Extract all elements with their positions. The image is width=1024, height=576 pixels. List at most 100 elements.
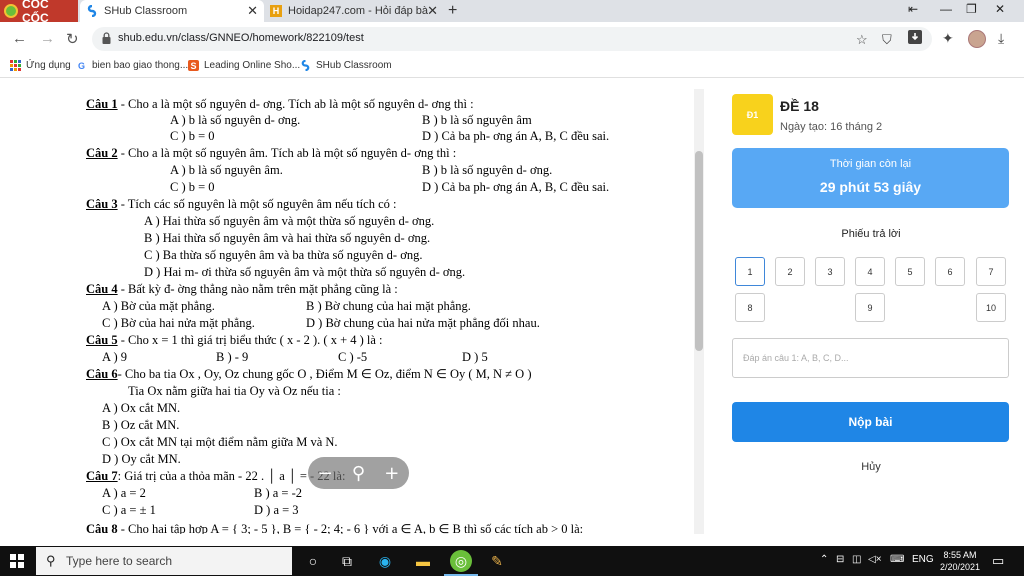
profile-avatar[interactable]: [968, 30, 986, 48]
question-3-option-d: D ) Hai m- ơi thừa số nguyên âm và một t…: [144, 265, 466, 279]
close-tab-icon[interactable]: ✕: [247, 4, 258, 17]
tab-shub-classroom[interactable]: SHub Classroom ✕: [80, 0, 264, 22]
zoom-in-button[interactable]: +: [384, 463, 399, 484]
question-6-stem: Câu 6- Cho ba tia Ox , Oy, Oz chung gốc …: [86, 367, 532, 381]
taskbar-search[interactable]: ⚲ Type here to search: [36, 547, 292, 575]
forward-icon[interactable]: →: [40, 30, 55, 47]
shub-favicon-icon: [86, 5, 98, 17]
question-6-stem-continued: Tia Ox nằm giữa hai tia Oy và Oz nếu tia…: [128, 384, 341, 398]
question-4-option-d: D ) Bờ chung của hai nửa mặt phẳng đối n…: [306, 316, 540, 330]
shield-icon[interactable]: ⛉: [882, 32, 892, 48]
reload-icon[interactable]: ↻: [66, 30, 79, 48]
download-icon[interactable]: ⤓: [998, 30, 1004, 47]
system-clock[interactable]: 8:55 AM 2/20/2021: [938, 549, 982, 573]
address-bar[interactable]: shub.edu.vn/class/GNNEO/homework/822109/…: [92, 27, 932, 51]
answer-sheet-title: Phiếu trả lời: [841, 228, 901, 240]
show-hidden-icons[interactable]: ⌃: [820, 554, 828, 565]
page-content: Câu 1 - Cho a là một số nguyên d- ơng. T…: [0, 79, 1024, 546]
question-8-stem: Câu 8 - Cho hai tập hợp A = { 3; - 5 }, …: [86, 522, 584, 534]
new-tab-icon[interactable]: +: [448, 2, 457, 20]
bookmark-shub-classroom[interactable]: SHub Classroom: [300, 60, 392, 71]
question-button-9[interactable]: 9: [855, 293, 885, 322]
language-indicator[interactable]: ENG: [912, 554, 934, 565]
bookmark-star-icon[interactable]: ☆: [856, 32, 868, 48]
coccoc-menu-button[interactable]: CỐC CỐC: [0, 0, 78, 25]
exam-created-date: Ngày tạo: 16 tháng 2: [780, 121, 883, 133]
question-2-option-a: A ) b là số nguyên âm.: [170, 163, 283, 177]
timer-label: Thời gian còn lại: [829, 158, 912, 170]
question-button-2[interactable]: 2: [775, 257, 805, 286]
question-6-option-a: A ) Ox cắt MN.: [102, 401, 181, 415]
cancel-link[interactable]: Hủy: [718, 461, 1024, 473]
download-box-icon[interactable]: [908, 30, 922, 47]
tab-title: Hoidap247.com - Hỏi đáp bà: [288, 5, 428, 17]
question-4-option-a: A ) Bờ của mặt phẳng.: [102, 299, 215, 313]
exam-badge: Đ1: [732, 94, 773, 135]
exam-sidebar: Đ1 ĐỀ 18 Ngày tạo: 16 tháng 2 Thời gian …: [718, 79, 1024, 546]
edge-icon[interactable]: ◉: [374, 550, 396, 572]
search-placeholder: Type here to search: [66, 554, 173, 568]
question-6-option-c: C ) Ox cắt MN tại một điểm nằm giữa M và…: [102, 435, 338, 449]
keyboard-icon[interactable]: ⌨: [890, 554, 904, 565]
question-7-stem: Câu 7: Giá trị của a thỏa mãn - 22 . │ a…: [86, 469, 346, 483]
question-button-7[interactable]: 7: [976, 257, 1006, 286]
question-button-5[interactable]: 5: [895, 257, 925, 286]
question-button-10[interactable]: 10: [976, 293, 1006, 322]
question-button-8[interactable]: 8: [735, 293, 765, 322]
question-2-option-b: B ) b là số nguyên d- ơng.: [422, 163, 553, 177]
network-icon[interactable]: ◫: [852, 554, 861, 565]
volume-icon[interactable]: ◁×: [868, 554, 882, 565]
question-2-stem: Câu 2 - Cho a là một số nguyên âm. Tích …: [86, 146, 457, 160]
close-window-icon[interactable]: ✕: [995, 2, 1005, 16]
minimize-icon[interactable]: —: [940, 2, 952, 16]
bookmark-label: Leading Online Sho...: [204, 60, 301, 71]
bookmarks-bar: Ứng dụng G bien bao giao thong... S Lead…: [0, 56, 1024, 78]
zoom-reset-icon[interactable]: ⚲: [352, 463, 365, 484]
paint-icon[interactable]: ✎: [486, 550, 508, 572]
question-2-option-d: D ) Cả ba ph- ơng án A, B, C đều sai.: [422, 180, 610, 194]
submit-button[interactable]: Nộp bài: [732, 402, 1009, 442]
answer-input[interactable]: [732, 338, 1009, 378]
question-3-option-c: C ) Ba thừa số nguyên âm và ba thừa số n…: [144, 248, 423, 262]
question-button-1[interactable]: 1: [735, 257, 765, 286]
exam-title: ĐỀ 18: [780, 98, 819, 114]
restore-icon[interactable]: ❐: [966, 2, 977, 16]
question-button-3[interactable]: 3: [815, 257, 845, 286]
question-1-option-b: B ) b là số nguyên âm: [422, 113, 532, 127]
question-7-option-d: D ) a = 3: [254, 503, 299, 517]
question-6-option-b: B ) Oz cắt MN.: [102, 418, 180, 432]
shop-icon: S: [188, 60, 199, 71]
question-3-stem: Câu 3 - Tích các số nguyên là một số ngu…: [86, 197, 397, 211]
question-button-4[interactable]: 4: [855, 257, 885, 286]
question-7-option-c: C ) a = ± 1: [102, 503, 156, 517]
device-icon[interactable]: ⊟: [836, 554, 844, 565]
tab-hoidap247[interactable]: H Hoidap247.com - Hỏi đáp bà ✕: [264, 0, 444, 22]
tab-search-icon[interactable]: ⇤: [908, 2, 918, 16]
cortana-icon[interactable]: ○: [302, 550, 324, 572]
bookmark-leading-online[interactable]: S Leading Online Sho...: [188, 60, 300, 71]
bookmark-apps[interactable]: Ứng dụng: [10, 60, 71, 71]
bookmark-bien-bao[interactable]: G bien bao giao thong...: [76, 60, 188, 71]
file-explorer-icon[interactable]: ▬: [412, 550, 434, 572]
extensions-icon[interactable]: ✦: [942, 30, 954, 47]
question-4-option-c: C ) Bờ của hai nửa mặt phẳng.: [102, 316, 255, 330]
zoom-out-button[interactable]: −: [318, 463, 333, 484]
shub-favicon-icon: [300, 60, 311, 71]
question-5-stem: Câu 5 - Cho x = 1 thì giá trị biểu thức …: [86, 333, 383, 347]
task-view-icon[interactable]: ⧉: [336, 550, 358, 572]
document-scrollbar[interactable]: [694, 89, 704, 534]
zoom-controls: − ⚲ +: [308, 457, 409, 489]
notifications-icon[interactable]: ▭: [992, 553, 1004, 569]
clock-time: 8:55 AM: [943, 550, 977, 560]
question-5-option-c: C ) -5: [338, 350, 368, 364]
clock-date: 2/20/2021: [939, 562, 981, 572]
coccoc-taskbar-icon[interactable]: ◎: [444, 550, 478, 576]
back-icon[interactable]: ←: [12, 30, 27, 47]
question-5-option-b: B ) - 9: [216, 350, 249, 364]
close-tab-icon[interactable]: ✕: [427, 4, 438, 17]
windows-start-icon[interactable]: [10, 554, 24, 568]
scrollbar-thumb[interactable]: [695, 151, 703, 351]
question-1-option-c: C ) b = 0: [170, 129, 215, 143]
question-button-6[interactable]: 6: [935, 257, 965, 286]
question-1-option-a: A ) b là số nguyên d- ơng.: [170, 113, 301, 127]
